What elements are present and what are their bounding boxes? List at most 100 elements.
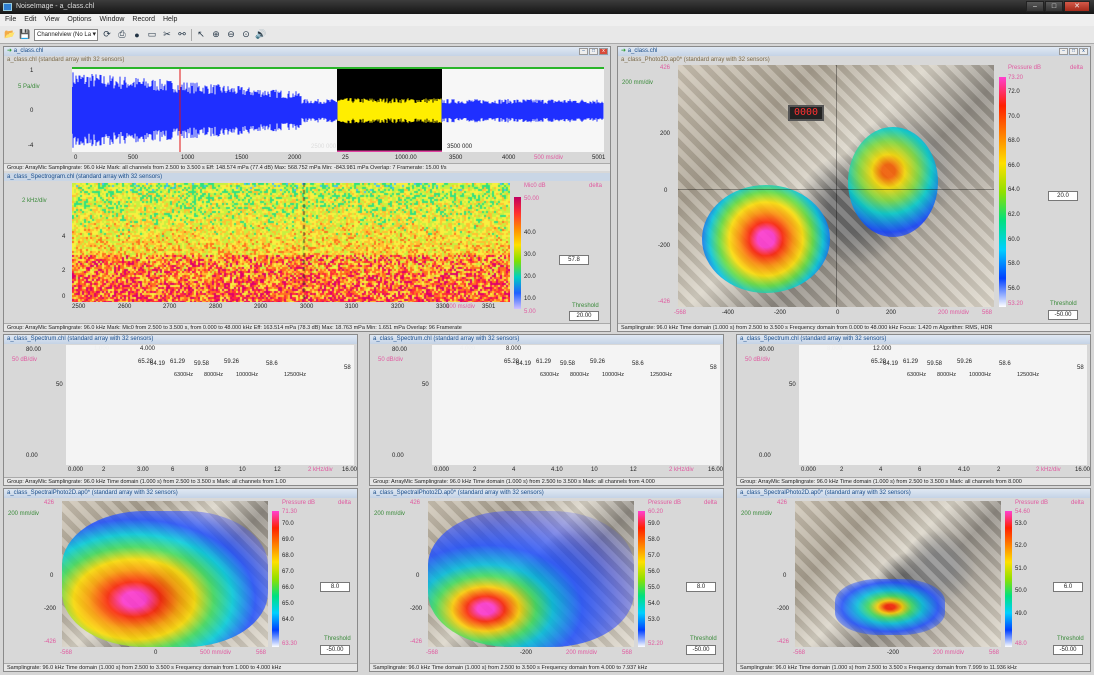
refresh-icon[interactable]: ⟳ [101, 29, 113, 41]
spectrum-right-edge: 58 [710, 365, 717, 371]
photo2d-minimize-button[interactable]: – [1059, 48, 1068, 55]
map-photo[interactable] [62, 501, 268, 647]
map-cbar-tick: 51.0 [1015, 566, 1027, 572]
map-status: Samplingrate: 96.0 kHz Time domain (1.00… [737, 663, 1090, 671]
map-cbar-bottom: 63.30 [282, 641, 298, 647]
cursor-icon[interactable]: ↖ [195, 29, 207, 41]
spectrum-title[interactable]: a_class_Spectrum.chl (standard array wit… [737, 335, 1090, 344]
menu-options[interactable]: Options [67, 14, 91, 26]
spectrum-x-tick: 2 [102, 467, 106, 473]
menu-window[interactable]: Window [100, 14, 125, 26]
spectrum-status: Group: ArrayMic Samplingrate: 96.0 kHz T… [737, 477, 1090, 485]
spectrum-plot[interactable] [799, 345, 1087, 465]
window-icon[interactable]: ▭ [146, 29, 158, 41]
map-threshold-input[interactable]: -50.00 [1053, 645, 1083, 655]
waveform-x-scale: 500 ms/div [534, 155, 564, 161]
save-icon[interactable]: 💾 [19, 29, 31, 41]
waveform-x-tick: 0 [74, 155, 78, 161]
map-cbar-tick: 66.0 [282, 585, 294, 591]
panel-minimize-button[interactable]: – [579, 48, 588, 55]
tools-icon[interactable]: ✂ [161, 29, 173, 41]
photo2d-value-box[interactable]: 20.0 [1048, 191, 1078, 201]
peak-label: 58.6 [632, 361, 644, 367]
menu-help[interactable]: Help [163, 14, 177, 26]
maximize-button[interactable]: □ [1045, 1, 1063, 12]
map-x-mid: -200 [887, 650, 900, 656]
spectrum-x-tick: 4.10 [551, 467, 563, 473]
map-value-box[interactable]: 8.0 [320, 582, 350, 592]
map-photo[interactable] [428, 501, 634, 647]
speaker-icon[interactable]: 🔊 [255, 29, 267, 41]
map-threshold-input[interactable]: -50.00 [686, 645, 716, 655]
octave-band-label: 6300Hz [174, 372, 193, 378]
photo2d-colorbar [999, 77, 1006, 307]
map-cbar-tick: 59.0 [648, 521, 660, 527]
close-button[interactable]: ✕ [1064, 1, 1090, 12]
spectrogram-threshold-input[interactable]: 20.00 [569, 311, 599, 321]
menu-edit[interactable]: Edit [24, 14, 36, 26]
photo2d-maximize-button[interactable]: □ [1069, 48, 1078, 55]
map-cbar-delta: delta [1071, 500, 1085, 506]
map-cbar-tick: 52.0 [1015, 543, 1027, 549]
map-cbar-tick: 69.0 [282, 537, 294, 543]
spectrum-title[interactable]: a_class_Spectrum.chl (standard array wit… [370, 335, 723, 344]
map-value-box[interactable]: 6.0 [1053, 582, 1083, 592]
spectrum-y-bottom: 0.00 [26, 453, 38, 459]
spectrum-x-tick: 3.00 [137, 467, 149, 473]
waveform-plot[interactable] [72, 67, 604, 152]
print-icon[interactable]: ⎙ [116, 29, 128, 41]
spectrogram-threshold-label: Threshold [572, 303, 599, 309]
spectrogram-value-box[interactable]: 57.8 [559, 255, 589, 265]
panel-close-button[interactable]: x [599, 48, 608, 55]
spectral-map-title[interactable]: a_class_SpectralPhoto2D.ap0* (standard a… [4, 489, 357, 498]
view-select[interactable]: Channelview (No La [34, 28, 98, 41]
photo2d-cbar-delta: delta [1070, 65, 1084, 71]
spectrogram-cbar-30: 30.0 [524, 252, 536, 258]
network-icon[interactable]: ⚯ [176, 29, 188, 41]
record-icon[interactable]: ● [131, 29, 143, 41]
map-colorbar [272, 511, 279, 647]
map-threshold-input[interactable]: -50.00 [320, 645, 350, 655]
spectrum-status: Group: ArrayMic Samplingrate: 96.0 kHz T… [370, 477, 723, 485]
map-value-box[interactable]: 8.0 [686, 582, 716, 592]
spectrogram-plot[interactable] [72, 183, 510, 302]
map-cbar-top: 54.60 [1015, 509, 1031, 515]
spectral-map-title[interactable]: a_class_SpectralPhoto2D.ap0* (standard a… [370, 489, 723, 498]
window-header[interactable]: ➜ a_class.chl – □ x [4, 47, 610, 56]
peak-label: 61.29 [170, 359, 186, 365]
spectrum-x-tick: 2 [997, 467, 1001, 473]
map-y-neg200: -200 [44, 606, 57, 612]
peak-label: 59.58 [194, 361, 210, 367]
map-cbar-tick: 49.0 [1015, 611, 1027, 617]
spectrum-plot[interactable] [432, 345, 720, 465]
photo2d-close-button[interactable]: x [1079, 48, 1088, 55]
zoom-out-icon[interactable]: ⊖ [225, 29, 237, 41]
spectrum-x-tick: 6 [171, 467, 175, 473]
zoom-in-icon[interactable]: ⊕ [210, 29, 222, 41]
minimize-button[interactable]: – [1026, 1, 1044, 12]
zoom-fit-icon[interactable]: ⊙ [240, 29, 252, 41]
spectrum-title[interactable]: a_class_Spectrum.chl (standard array wit… [4, 335, 357, 344]
octave-band-label: 10000Hz [236, 372, 259, 378]
open-folder-icon[interactable]: 📂 [4, 29, 16, 41]
map-photo[interactable] [795, 501, 1001, 647]
panel-maximize-button[interactable]: □ [589, 48, 598, 55]
spectrum-plot[interactable] [66, 345, 354, 465]
photo2d-x-neg400: -400 [722, 310, 735, 316]
spectrum-x-tick: 10 [591, 467, 598, 473]
photo2d-threshold-input[interactable]: -50.00 [1048, 310, 1078, 320]
band-label-left: 8.000 [827, 346, 843, 352]
photo2d-header[interactable]: ➜ a_class.chl – □ x [618, 47, 1090, 56]
map-x-mid: -200 [520, 650, 533, 656]
photo2d-image[interactable]: 0000 [678, 65, 994, 307]
window-arrow-icon: ➜ [7, 48, 14, 54]
photo2d-crosshair-v [836, 65, 837, 307]
map-x-left: -568 [426, 650, 439, 656]
map-cbar-tick: 58.0 [648, 537, 660, 543]
menu-record[interactable]: Record [132, 14, 155, 26]
menu-file[interactable]: File [5, 14, 16, 26]
menu-view[interactable]: View [44, 14, 59, 26]
spectral-map-title[interactable]: a_class_SpectralPhoto2D.ap0* (standard a… [737, 489, 1090, 498]
photo2d-threshold-label: Threshold [1050, 301, 1077, 307]
spectrogram-cbar-10: 10.0 [524, 296, 536, 302]
